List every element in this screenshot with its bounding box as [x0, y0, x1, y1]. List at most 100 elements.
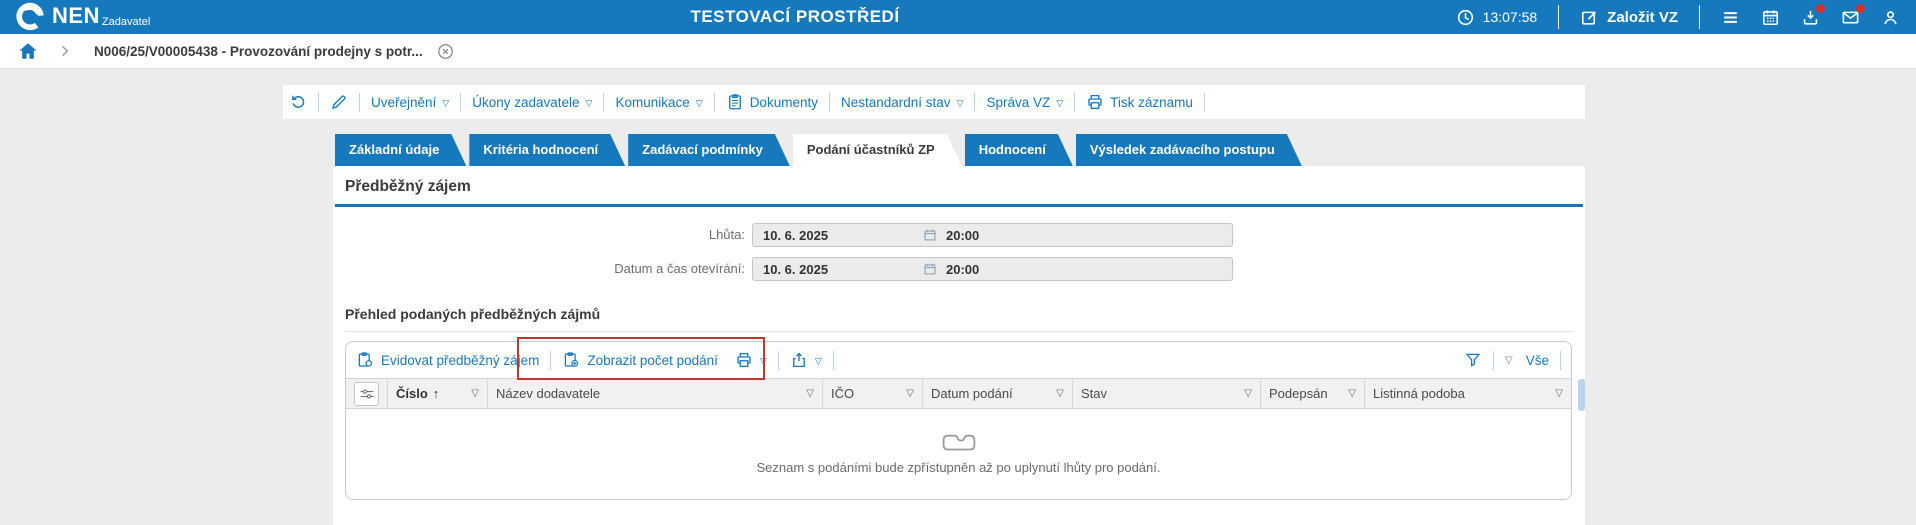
evidovat-predbezny-zajem-button[interactable]: Evidovat předběžný zájem — [356, 351, 539, 369]
toolbar-separator — [1074, 92, 1076, 112]
grid-export-button[interactable]: ▽ — [790, 351, 822, 369]
tab-zadavaci-podminky[interactable]: Zadávací podmínky — [628, 134, 790, 166]
tab-kriteria-hodnoceni[interactable]: Kritéria hodnocení — [469, 134, 625, 166]
filter-icon[interactable] — [1464, 351, 1482, 369]
menu-dokumenty[interactable]: Dokumenty — [726, 93, 818, 111]
toolbar-separator — [550, 350, 552, 370]
create-vz-label: Založit VZ — [1607, 8, 1678, 26]
menu-uverejneni[interactable]: Uveřejnění ▽ — [371, 95, 449, 110]
grid-print-button[interactable]: ▽ — [735, 351, 767, 369]
column-label: Listinná podoba — [1373, 386, 1465, 401]
record-tabs: Základní údaje Kritéria hodnocení Zadáva… — [335, 134, 1302, 166]
menu-tisk-zaznamu[interactable]: Tisk záznamu — [1086, 93, 1193, 111]
column-label: Stav — [1081, 386, 1108, 401]
edit-icon[interactable] — [330, 93, 348, 111]
chevron-down-icon: ▽ — [814, 355, 822, 366]
section-title-rule — [335, 204, 1583, 207]
column-header-listinna-podoba[interactable]: Listinná podoba ▽ — [1365, 379, 1571, 408]
column-header-datum-podani[interactable]: Datum podání ▽ — [923, 379, 1073, 408]
column-filter-icon[interactable]: ▽ — [1549, 388, 1563, 399]
topbar-actions: 13:07:58 Založit VZ — [1456, 0, 1916, 34]
grid-title-rule — [345, 331, 1572, 332]
toolbar-separator — [777, 350, 779, 370]
create-vz-button[interactable]: Založit VZ — [1580, 8, 1678, 27]
menu-label: Úkony zadavatele — [472, 94, 580, 110]
column-header-cislo[interactable]: Číslo ↑ ▽ — [388, 379, 488, 408]
user-icon[interactable] — [1881, 8, 1900, 27]
sort-asc-icon: ↑ — [432, 386, 440, 401]
menu-icon[interactable] — [1721, 8, 1740, 27]
tab-hodnoceni[interactable]: Hodnocení — [965, 134, 1073, 166]
column-chooser-button[interactable] — [354, 381, 379, 406]
messages-badge — [1856, 3, 1865, 13]
scrollbar-thumb[interactable] — [1578, 379, 1585, 411]
section-title: Předběžný zájem — [345, 178, 471, 195]
calendar-icon[interactable] — [1761, 8, 1780, 27]
menu-sprava-vz[interactable]: Správa VZ ▽ — [986, 95, 1063, 110]
server-clock: 13:07:58 — [1456, 8, 1537, 27]
nen-app-page: NEN Zadavatel TESTOVACÍ PROSTŘEDÍ 13:07:… — [0, 0, 1916, 525]
nen-logo[interactable]: NEN Zadavatel — [14, 1, 150, 33]
calendar-small-icon[interactable] — [923, 228, 937, 242]
column-filter-icon[interactable]: ▽ — [1050, 388, 1064, 399]
chevron-down-icon: ▽ — [442, 97, 450, 108]
grid-section-title: Přehled podaných předběžných zájmů — [345, 306, 601, 322]
home-icon[interactable] — [18, 42, 38, 60]
toolbar-separator — [828, 92, 830, 112]
calendar-small-icon[interactable] — [923, 262, 937, 276]
column-header-stav[interactable]: Stav ▽ — [1073, 379, 1261, 408]
column-filter-icon[interactable]: ▽ — [1342, 388, 1356, 399]
top-bar: NEN Zadavatel TESTOVACÍ PROSTŘEDÍ 13:07:… — [0, 0, 1916, 34]
menu-label: Nestandardní stav — [840, 94, 951, 110]
zobrazit-pocet-podani-button[interactable]: Zobrazit počet podání — [562, 351, 718, 369]
messages-button[interactable] — [1841, 3, 1865, 27]
breadcrumb: N006/25/V00005438 - Provozování prodejny… — [0, 34, 1916, 69]
column-header-nazev-dodavatele[interactable]: Název dodavatele ▽ — [488, 379, 823, 408]
time-value[interactable]: 20:00 — [946, 262, 979, 277]
tab-podani-ucastniku-zp[interactable]: Podání účastníků ZP — [793, 134, 962, 166]
column-filter-icon[interactable]: ▽ — [1238, 388, 1252, 399]
menu-label: Komunikace — [615, 94, 690, 110]
downloads-button[interactable] — [1801, 3, 1825, 27]
filter-preset-label: Vše — [1525, 352, 1549, 368]
field-lhuta[interactable]: 10. 6. 2025 20:00 — [752, 223, 1233, 247]
empty-state-message: Seznam s podáními bude zpřístupněn až po… — [756, 460, 1161, 475]
column-filter-icon[interactable]: ▽ — [900, 388, 914, 399]
chevron-down-icon: ▽ — [956, 97, 964, 108]
toolbar-separator — [318, 92, 319, 112]
nen-logo-icon — [16, 2, 44, 31]
menu-nestandardni-stav[interactable]: Nestandardní stav ▽ — [841, 95, 963, 110]
close-icon[interactable] — [437, 43, 454, 60]
time-value[interactable]: 20:00 — [946, 228, 979, 243]
column-label: Podepsán — [1269, 386, 1328, 401]
chevron-down-icon: ▽ — [759, 355, 767, 366]
date-value[interactable]: 10. 6. 2025 — [763, 262, 923, 277]
field-datum-cas-otevirani[interactable]: 10. 6. 2025 20:00 — [752, 257, 1233, 281]
tab-content-panel: Předběžný zájem Lhůta: 10. 6. 2025 20:00… — [333, 166, 1585, 525]
compose-icon — [1582, 10, 1597, 25]
document-icon — [728, 94, 741, 110]
chevron-down-icon: ▽ — [1056, 97, 1064, 108]
column-header-ico[interactable]: IČO ▽ — [823, 379, 923, 408]
column-header-podepsan[interactable]: Podepsán ▽ — [1261, 379, 1365, 408]
toolbar-separator — [713, 92, 715, 112]
chevron-down-icon: ▽ — [585, 97, 593, 108]
menu-komunikace[interactable]: Komunikace ▽ — [615, 95, 702, 110]
refresh-icon[interactable] — [289, 93, 307, 111]
record-toolbar: Uveřejnění ▽ Úkony zadavatele ▽ Komunika… — [283, 85, 1585, 119]
breadcrumb-record-title[interactable]: N006/25/V00005438 - Provozování prodejny… — [94, 44, 423, 59]
empty-tray-icon — [942, 434, 975, 451]
filter-preset-vse[interactable]: ▽ Vše — [1505, 353, 1549, 368]
tab-zakladni-udaje[interactable]: Základní údaje — [335, 134, 466, 166]
date-value[interactable]: 10. 6. 2025 — [763, 228, 923, 243]
column-filter-icon[interactable]: ▽ — [800, 388, 814, 399]
toolbar-separator — [1203, 92, 1205, 112]
column-label: Číslo — [396, 386, 428, 401]
chevron-down-icon: ▽ — [1505, 354, 1513, 366]
column-filter-icon[interactable]: ▽ — [465, 388, 479, 399]
field-label-datum-cas-otevirani: Datum a čas otevírání: — [614, 261, 745, 276]
tab-vysledek-zadavaciho-postupu[interactable]: Výsledek zadávacího postupu — [1076, 134, 1302, 166]
environment-title: TESTOVACÍ PROSTŘEDÍ — [690, 7, 900, 26]
clock-icon — [1457, 9, 1473, 25]
menu-ukony-zadavatele[interactable]: Úkony zadavatele ▽ — [472, 95, 592, 110]
